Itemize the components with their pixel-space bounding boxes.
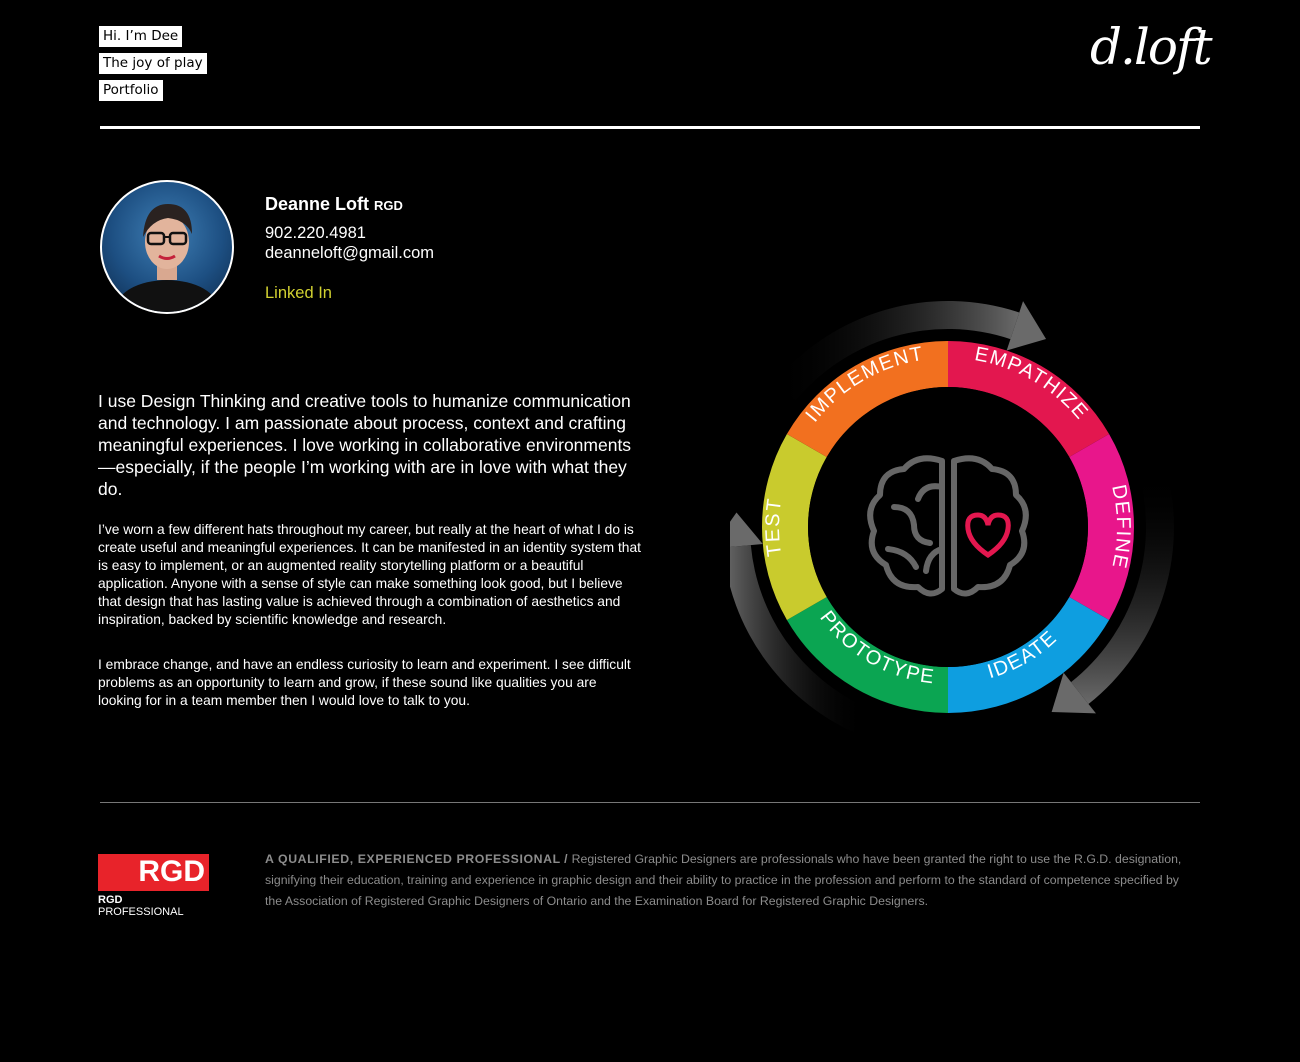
intro-paragraph-1: I’ve worn a few different hats throughou… — [98, 522, 641, 627]
footer-text: A QUALIFIED, EXPERIENCED PROFESSIONAL / … — [265, 849, 1185, 912]
site-logo[interactable]: d.loft — [1090, 22, 1213, 72]
intro-lead: I use Design Thinking and creative tools… — [98, 391, 632, 499]
rgd-badge-caption: RGD PROFESSIONAL — [98, 894, 209, 918]
cycle-center — [808, 387, 1088, 667]
rgd-badge-text: RGD — [138, 855, 205, 888]
profile-email[interactable]: deanneloft@gmail.com — [265, 244, 434, 263]
footer-lead-in: A QUALIFIED, EXPERIENCED PROFESSIONAL — [265, 852, 561, 866]
rgd-badge-caption-bold: RGD — [98, 894, 123, 906]
header-divider — [100, 126, 1200, 129]
intro-paragraph-2: I embrace change, and have an endless cu… — [98, 657, 631, 708]
nav-item-joy-of-play[interactable]: The joy of play — [99, 53, 207, 74]
rgd-badge-caption-text: PROFESSIONAL — [98, 906, 184, 918]
rgd-badge: RGD RGD PROFESSIONAL — [98, 854, 209, 918]
nav-item-hi-im-dee[interactable]: Hi. I’m Dee — [99, 26, 183, 47]
profile-designation: RGD — [374, 198, 403, 213]
profile-name: Deanne Loft RGD — [265, 194, 403, 215]
footer-separator: / — [564, 852, 569, 866]
nav-item-portfolio[interactable]: Portfolio — [99, 80, 163, 101]
profile-phone: 902.220.4981 — [265, 224, 366, 242]
profile-name-text: Deanne Loft — [265, 194, 370, 214]
portrait-image — [115, 204, 219, 312]
profile-avatar — [100, 180, 234, 314]
rgd-badge-block: RGD — [98, 854, 209, 891]
cycle-segments: EMPATHIZEDEFINEIDEATEPROTOTYPETESTIMPLEM… — [762, 341, 1134, 713]
design-thinking-cycle: EMPATHIZEDEFINEIDEATEPROTOTYPETESTIMPLEM… — [730, 301, 1174, 733]
cycle-arrowhead-3 — [730, 512, 763, 548]
footer-divider — [100, 802, 1200, 803]
linkedin-link[interactable]: Linked In — [265, 284, 332, 303]
